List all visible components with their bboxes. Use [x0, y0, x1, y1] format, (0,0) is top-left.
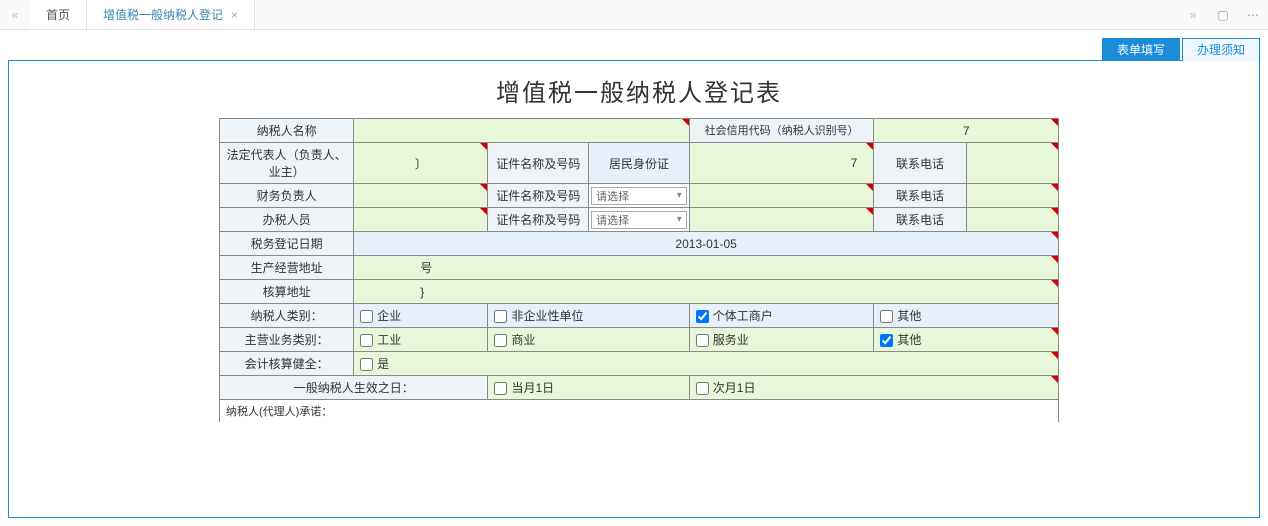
- chk-commerce-cell: 商业: [488, 328, 689, 352]
- tab-registration[interactable]: 增值税一般纳税人登记 ×: [87, 0, 255, 29]
- tabs-container: 首页 增值税一般纳税人登记 ×: [30, 0, 1178, 29]
- chevron-down-icon: ▾: [677, 190, 682, 201]
- chk-non-enterprise[interactable]: [494, 310, 507, 323]
- chk-industry-cell: 工业: [354, 328, 488, 352]
- tab-registration-label: 增值税一般纳税人登记: [103, 6, 223, 23]
- chk-next-month[interactable]: [696, 382, 709, 395]
- tab-home-label: 首页: [46, 6, 70, 23]
- field-calc-address[interactable]: }: [354, 280, 1059, 304]
- select-cert-type-2[interactable]: 请选择 ▾: [591, 187, 687, 205]
- chk-accounting-yes[interactable]: [360, 358, 373, 371]
- form-scroll-area[interactable]: 增值税一般纳税人登记表 纳税人名称 社会信用代码（纳税人识别号） 7 法定代表人…: [9, 61, 1259, 517]
- field-phone-1[interactable]: [966, 143, 1058, 184]
- tab-home[interactable]: 首页: [30, 0, 87, 29]
- chk-individual-cell: 个体工商户: [689, 304, 874, 328]
- chk-individual[interactable]: [696, 310, 709, 323]
- tab-form-fill[interactable]: 表单填写: [1102, 38, 1180, 61]
- label-promise: 纳税人(代理人)承诺：: [220, 400, 1059, 423]
- field-phone-2[interactable]: [966, 184, 1058, 208]
- maximize-icon[interactable]: ▢: [1208, 8, 1238, 22]
- action-tabs: 表单填写 办理须知: [1100, 38, 1260, 61]
- field-cert-no-3[interactable]: [689, 208, 874, 232]
- more-icon[interactable]: ⋯: [1238, 8, 1268, 22]
- label-credit-code: 社会信用代码（纳税人识别号）: [689, 119, 874, 143]
- label-cert-2: 证件名称及号码: [488, 184, 589, 208]
- field-cert-no-1[interactable]: 7: [689, 143, 874, 184]
- label-finance-head: 财务负责人: [220, 184, 354, 208]
- chk-accounting-yes-cell: 是: [354, 352, 1059, 376]
- tab-notice[interactable]: 办理须知: [1182, 38, 1260, 61]
- select-cert-type-3[interactable]: 请选择 ▾: [591, 211, 687, 229]
- label-biz-address: 生产经营地址: [220, 256, 354, 280]
- chk-other-biz[interactable]: [880, 334, 893, 347]
- tabs-scroll-left[interactable]: «: [0, 0, 30, 29]
- field-credit-code[interactable]: 7: [874, 119, 1059, 143]
- label-reg-date: 税务登记日期: [220, 232, 354, 256]
- chk-service[interactable]: [696, 334, 709, 347]
- chk-other-type[interactable]: [880, 310, 893, 323]
- chk-current-month-cell: 当月1日: [488, 376, 689, 400]
- label-taxpayer-name: 纳税人名称: [220, 119, 354, 143]
- label-cert-3: 证件名称及号码: [488, 208, 589, 232]
- field-phone-3[interactable]: [966, 208, 1058, 232]
- chk-non-enterprise-cell: 非企业性单位: [488, 304, 689, 328]
- label-accounting-sound: 会计核算健全：: [220, 352, 354, 376]
- chk-industry[interactable]: [360, 334, 373, 347]
- chk-current-month[interactable]: [494, 382, 507, 395]
- chk-other-biz-cell: 其他: [874, 328, 1059, 352]
- label-effective-date: 一般纳税人生效之日：: [220, 376, 488, 400]
- label-phone-1: 联系电话: [874, 143, 966, 184]
- tabs-scroll-right[interactable]: »: [1178, 0, 1208, 29]
- label-operator: 办税人员: [220, 208, 354, 232]
- field-cert-type-1: 居民身份证: [589, 143, 690, 184]
- chk-other-type-cell: 其他: [874, 304, 1059, 328]
- field-reg-date: 2013-01-05: [354, 232, 1059, 256]
- form-title: 增值税一般纳税人登记表: [219, 61, 1059, 118]
- field-biz-address[interactable]: 号: [354, 256, 1059, 280]
- window-tabbar: « 首页 增值税一般纳税人登记 × » ▢ ⋯: [0, 0, 1268, 30]
- label-cert-1: 证件名称及号码: [488, 143, 589, 184]
- field-legal-rep[interactable]: 〕: [354, 143, 488, 184]
- field-cert-type-3-cell: 请选择 ▾: [589, 208, 690, 232]
- label-taxpayer-type: 纳税人类别：: [220, 304, 354, 328]
- chk-service-cell: 服务业: [689, 328, 874, 352]
- field-taxpayer-name[interactable]: [354, 119, 690, 143]
- form-panel: 表单填写 办理须知 增值税一般纳税人登记表 纳税人名称 社会信用代码（纳税人识别…: [8, 60, 1260, 518]
- chevron-down-icon: ▾: [677, 214, 682, 225]
- field-cert-no-2[interactable]: [689, 184, 874, 208]
- label-calc-address: 核算地址: [220, 280, 354, 304]
- window-controls: ▢ ⋯: [1208, 0, 1268, 29]
- field-finance-head[interactable]: [354, 184, 488, 208]
- chk-enterprise[interactable]: [360, 310, 373, 323]
- label-phone-2: 联系电话: [874, 184, 966, 208]
- field-operator[interactable]: [354, 208, 488, 232]
- chk-commerce[interactable]: [494, 334, 507, 347]
- label-legal-rep: 法定代表人（负责人、业主）: [220, 143, 354, 184]
- close-icon[interactable]: ×: [231, 8, 238, 22]
- chk-enterprise-cell: 企业: [354, 304, 488, 328]
- chk-next-month-cell: 次月1日: [689, 376, 1058, 400]
- label-main-biz: 主营业务类别：: [220, 328, 354, 352]
- label-phone-3: 联系电话: [874, 208, 966, 232]
- field-cert-type-2-cell: 请选择 ▾: [589, 184, 690, 208]
- registration-form-table: 纳税人名称 社会信用代码（纳税人识别号） 7 法定代表人（负责人、业主） 〕 证…: [219, 118, 1059, 422]
